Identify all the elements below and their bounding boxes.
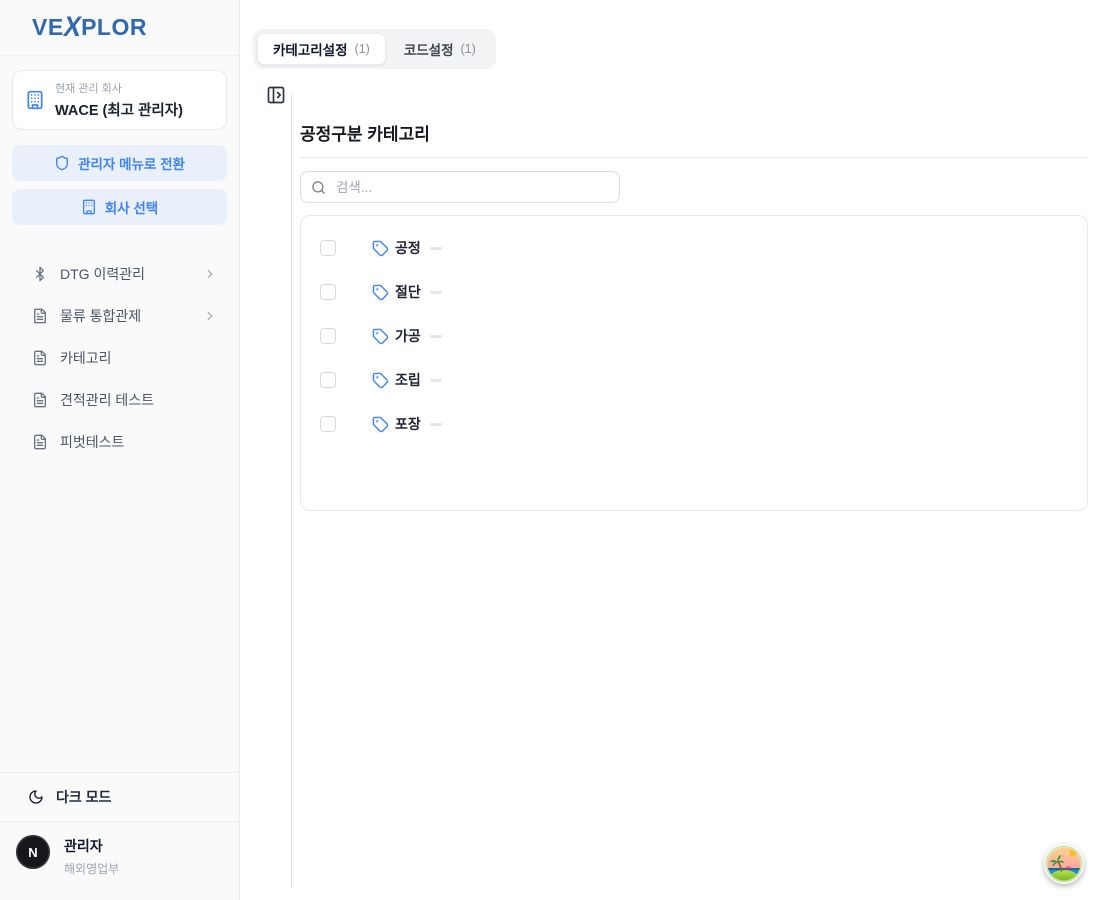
category-row: 포장 <box>301 402 1087 446</box>
sidebar: VEXPLOR 현재 관리 회사 WACE (최고 관리자) 관리자 메뉴로 전… <box>0 0 240 900</box>
switch-admin-menu-label: 관리자 메뉴로 전환 <box>78 153 185 173</box>
avatar: N <box>16 835 50 869</box>
dark-mode-toggle[interactable]: 다크 모드 <box>0 772 239 821</box>
document-icon <box>32 308 48 324</box>
user-profile[interactable]: N 관리자 해외영업부 <box>0 821 239 900</box>
bluetooth-icon <box>32 266 48 282</box>
category-row: 가공 <box>301 314 1087 358</box>
row-dash <box>430 291 442 294</box>
document-icon <box>32 350 48 366</box>
select-company-label: 회사 선택 <box>105 197 158 217</box>
sidebar-item-label: 물류 통합관제 <box>60 306 141 326</box>
category-label: 가공 <box>395 326 421 346</box>
sidebar-item-pivot-test[interactable]: 피벗테스트 <box>12 421 227 463</box>
logo-area: VEXPLOR <box>0 0 239 56</box>
row-dash <box>430 247 442 250</box>
company-card-label: 현재 관리 회사 <box>55 80 183 96</box>
checkbox[interactable] <box>320 240 336 256</box>
checkbox[interactable] <box>320 372 336 388</box>
moon-icon <box>28 789 44 805</box>
shield-icon <box>54 155 70 171</box>
page-title: 공정구분 카테고리 <box>300 120 430 145</box>
category-label: 포장 <box>395 414 421 434</box>
category-list-card: 공정 절단 가공 <box>300 215 1088 511</box>
tag-icon <box>372 372 389 389</box>
document-icon <box>32 434 48 450</box>
document-icon <box>32 392 48 408</box>
island-icon <box>1044 844 1084 884</box>
checkbox[interactable] <box>320 328 336 344</box>
sidebar-item-quote-test[interactable]: 견적관리 테스트 <box>12 379 227 421</box>
island-widget-button[interactable] <box>1044 844 1084 884</box>
sidebar-item-label: 피벗테스트 <box>60 432 124 452</box>
building-icon <box>81 199 97 215</box>
category-row: 조립 <box>301 358 1087 402</box>
tag-icon <box>372 328 389 345</box>
sidebar-item-category[interactable]: 카테고리 <box>12 337 227 379</box>
sidebar-item-label: 카테고리 <box>60 348 112 368</box>
category-row: 절단 <box>301 270 1087 314</box>
search-icon <box>311 180 326 195</box>
category-label: 공정 <box>395 238 421 258</box>
search-input[interactable] <box>334 179 609 196</box>
sidebar-item-logistics-control[interactable]: 물류 통합관제 <box>12 295 227 337</box>
chevron-right-icon <box>203 267 217 281</box>
row-dash <box>430 379 442 382</box>
row-dash <box>430 423 442 426</box>
search-box <box>300 171 620 203</box>
current-company-card: 현재 관리 회사 WACE (최고 관리자) <box>12 70 227 130</box>
tag-icon <box>372 416 389 433</box>
vexplor-logo: VEXPLOR <box>32 13 147 42</box>
category-label: 절단 <box>395 282 421 302</box>
sidebar-nav: DTG 이력관리 물류 통합관제 카테고리 견적관리 테스트 <box>0 253 239 463</box>
company-name: WACE (최고 관리자) <box>55 99 183 120</box>
dark-mode-label: 다크 모드 <box>56 787 111 807</box>
category-label: 조립 <box>395 370 421 390</box>
row-dash <box>430 335 442 338</box>
main-content: 카테고리설정 (1) 코드설정 (1) 공정구분 카테고리 공정 <box>240 0 1100 900</box>
sidebar-item-label: DTG 이력관리 <box>60 264 145 284</box>
sidebar-item-label: 견적관리 테스트 <box>60 390 154 410</box>
tag-icon <box>372 284 389 301</box>
checkbox[interactable] <box>320 284 336 300</box>
category-row: 공정 <box>301 226 1087 270</box>
switch-admin-menu-button[interactable]: 관리자 메뉴로 전환 <box>12 145 227 181</box>
chevron-right-icon <box>203 309 217 323</box>
tag-icon <box>372 240 389 257</box>
user-department: 해외영업부 <box>64 860 119 877</box>
user-name: 관리자 <box>64 836 119 856</box>
checkbox[interactable] <box>320 416 336 432</box>
panel-toggle-icon[interactable] <box>266 85 286 105</box>
title-divider <box>300 157 1088 158</box>
category-panel: 공정구분 카테고리 공정 절단 <box>300 0 1088 900</box>
select-company-button[interactable]: 회사 선택 <box>12 189 227 225</box>
panel-divider <box>291 93 292 888</box>
building-icon <box>25 90 45 110</box>
sidebar-item-dtg-history[interactable]: DTG 이력관리 <box>12 253 227 295</box>
